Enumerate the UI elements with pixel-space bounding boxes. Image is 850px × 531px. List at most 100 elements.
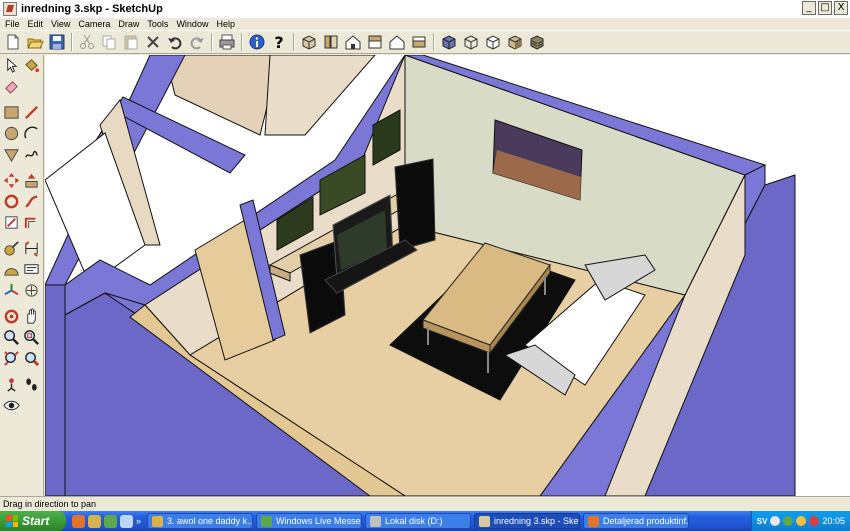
print-icon[interactable] xyxy=(216,31,238,53)
toolbar-separator xyxy=(293,33,295,51)
taskbar-item[interactable]: Detaljerad produktinf... xyxy=(583,513,690,529)
zoom-icon[interactable] xyxy=(1,328,21,348)
position-camera-icon[interactable] xyxy=(1,375,21,395)
menu-help[interactable]: Help xyxy=(213,18,240,30)
walk-icon[interactable] xyxy=(22,375,42,395)
3d-text-icon[interactable] xyxy=(22,281,42,301)
close-button[interactable]: X xyxy=(834,1,848,15)
erase-icon[interactable] xyxy=(142,31,164,53)
wireframe-icon[interactable] xyxy=(460,31,482,53)
protractor-icon[interactable] xyxy=(1,260,21,280)
orbit-icon[interactable] xyxy=(1,307,21,327)
right-view-icon[interactable] xyxy=(364,31,386,53)
toolbar-separator xyxy=(241,33,243,51)
cut-icon[interactable] xyxy=(76,31,98,53)
taskbar-item[interactable]: Lokal disk (D:) xyxy=(365,513,472,529)
taskbar-item-active[interactable]: inredning 3.skp - Sket... xyxy=(474,513,581,529)
xray-icon[interactable] xyxy=(438,31,460,53)
arc-icon[interactable] xyxy=(22,124,42,144)
push-pull-icon[interactable] xyxy=(22,171,42,191)
select-icon[interactable] xyxy=(1,56,21,76)
menu-draw[interactable]: Draw xyxy=(115,18,144,30)
previous-view-icon[interactable] xyxy=(22,349,42,369)
left-view-icon[interactable] xyxy=(408,31,430,53)
shaded-icon[interactable] xyxy=(504,31,526,53)
desktop-icon[interactable] xyxy=(120,514,133,528)
messenger-icon[interactable] xyxy=(104,514,117,528)
firefox-icon xyxy=(588,515,600,527)
tray-arrow-icon[interactable] xyxy=(770,516,781,526)
follow-me-icon[interactable] xyxy=(22,192,42,212)
top-view-icon[interactable] xyxy=(320,31,342,53)
taskbar-item[interactable]: Windows Live Messen... xyxy=(256,513,363,529)
sketchup-window: inredning 3.skp - SketchUp _ □ X File Ed… xyxy=(0,0,850,531)
menu-window[interactable]: Window xyxy=(173,18,213,30)
quick-launch-more[interactable]: » xyxy=(136,516,141,526)
undo-icon[interactable] xyxy=(164,31,186,53)
clock[interactable]: 20:05 xyxy=(822,516,845,526)
paste-icon[interactable] xyxy=(120,31,142,53)
open-icon[interactable] xyxy=(24,31,46,53)
axes-icon[interactable] xyxy=(1,281,21,301)
redo-icon[interactable] xyxy=(186,31,208,53)
maximize-button[interactable]: □ xyxy=(818,1,832,15)
menu-edit[interactable]: Edit xyxy=(25,18,49,30)
menu-view[interactable]: View xyxy=(48,18,75,30)
sketchup-app-icon xyxy=(3,2,17,16)
taskbar: Start » 3. awol one daddy k... Windows L… xyxy=(0,511,850,531)
menu-bar: File Edit View Camera Draw Tools Window … xyxy=(0,18,850,30)
model-scene[interactable] xyxy=(45,55,850,496)
outer-wall-face-left xyxy=(45,284,66,496)
menu-camera[interactable]: Camera xyxy=(75,18,115,30)
firefox-icon[interactable] xyxy=(72,514,85,528)
window-title: inredning 3.skp - SketchUp xyxy=(21,3,163,15)
shaded-texture-icon[interactable] xyxy=(526,31,548,53)
tape-measure-icon[interactable] xyxy=(1,239,21,259)
pan-icon[interactable] xyxy=(22,307,42,327)
dimension-icon[interactable] xyxy=(22,239,42,259)
line-icon[interactable] xyxy=(22,103,42,123)
system-tray: SV 20:05 xyxy=(750,511,850,531)
rotate-icon[interactable] xyxy=(1,192,21,212)
copy-icon[interactable] xyxy=(98,31,120,53)
iso-view-icon[interactable] xyxy=(298,31,320,53)
quick-launch: » xyxy=(66,514,147,528)
security-tray-icon[interactable] xyxy=(796,516,807,526)
zoom-window-icon[interactable] xyxy=(22,328,42,348)
polygon-icon[interactable] xyxy=(1,145,21,165)
taskbar-item[interactable]: 3. awol one daddy k... xyxy=(147,513,254,529)
model-info-icon[interactable] xyxy=(246,31,268,53)
zoom-extents-icon[interactable] xyxy=(1,349,21,369)
language-indicator[interactable]: SV xyxy=(757,517,768,526)
folder-icon[interactable] xyxy=(88,514,101,528)
window-controls: _ □ X xyxy=(802,1,848,15)
3d-viewport[interactable] xyxy=(45,55,850,496)
status-bar: Drag in direction to pan xyxy=(0,496,850,511)
offset-icon[interactable] xyxy=(22,213,42,233)
scale-icon[interactable] xyxy=(1,213,21,233)
back-view-icon[interactable] xyxy=(386,31,408,53)
new-icon[interactable] xyxy=(2,31,24,53)
hidden-line-icon[interactable] xyxy=(482,31,504,53)
circle-icon[interactable] xyxy=(1,124,21,144)
paint-bucket-icon[interactable] xyxy=(22,56,42,76)
move-icon[interactable] xyxy=(1,171,21,191)
save-icon[interactable] xyxy=(46,31,68,53)
right-speaker xyxy=(394,158,436,251)
text-icon[interactable] xyxy=(22,260,42,280)
help-icon[interactable]: ? xyxy=(268,31,290,53)
minimize-button[interactable]: _ xyxy=(802,1,816,15)
antivirus-tray-icon[interactable] xyxy=(809,516,820,526)
sketchup-icon xyxy=(479,515,491,527)
start-button[interactable]: Start xyxy=(0,511,66,531)
front-view-icon[interactable] xyxy=(342,31,364,53)
freehand-icon[interactable] xyxy=(22,145,42,165)
messenger-tray-icon[interactable] xyxy=(783,516,794,526)
tool-palette xyxy=(0,55,44,496)
svg-text:?: ? xyxy=(274,33,283,51)
menu-tools[interactable]: Tools xyxy=(144,18,173,30)
eraser-icon[interactable] xyxy=(1,77,21,97)
rectangle-icon[interactable] xyxy=(1,103,21,123)
menu-file[interactable]: File xyxy=(2,18,25,30)
look-around-icon[interactable] xyxy=(1,396,21,416)
